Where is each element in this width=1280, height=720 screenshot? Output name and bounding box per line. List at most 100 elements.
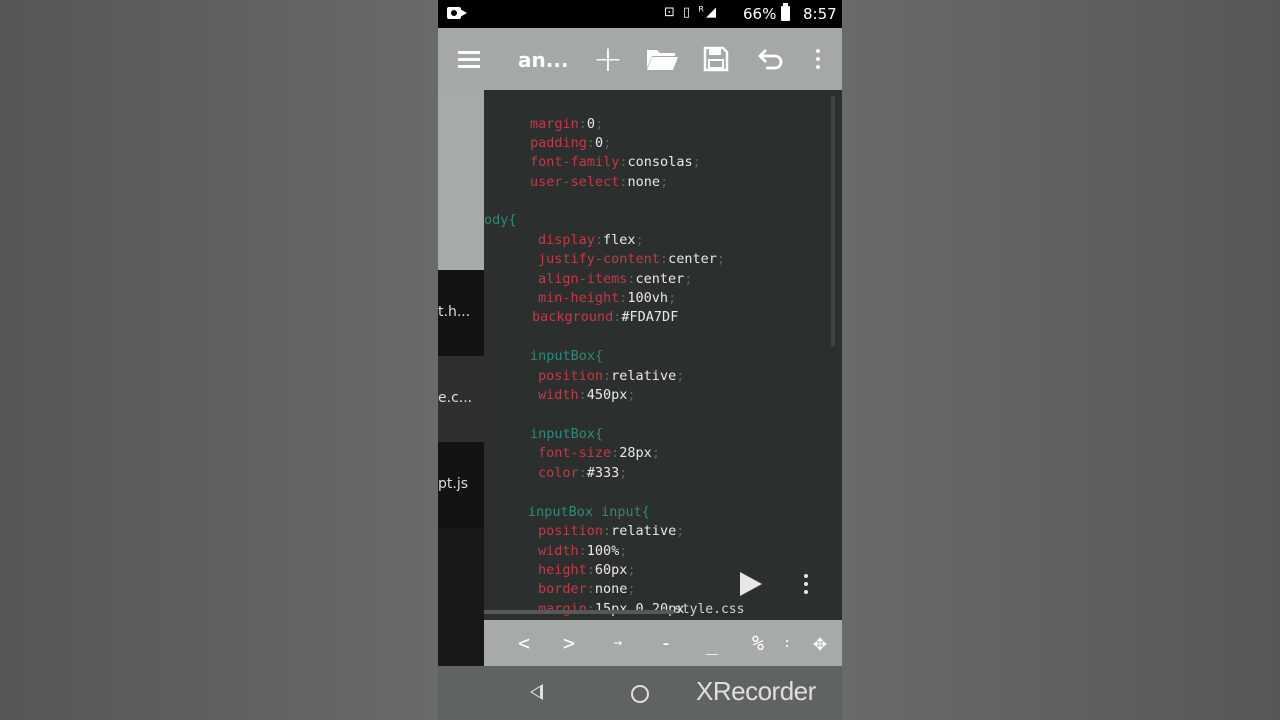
code-token: 60px — [594, 562, 628, 578]
code-line[interactable]: inputBox{ — [530, 347, 603, 366]
vertical-scrollbar[interactable] — [831, 96, 835, 346]
code-token: user-select — [530, 174, 620, 190]
code-token: ; — [692, 154, 701, 170]
code-token: position — [538, 523, 604, 539]
file-item[interactable]: t.h... — [438, 270, 484, 356]
code-token: center — [635, 271, 685, 287]
code-token: : — [594, 232, 604, 248]
code-token: height — [538, 562, 587, 578]
code-token: flex — [603, 232, 636, 248]
file-name: t.h... — [438, 304, 471, 320]
editor-more-icon[interactable] — [804, 574, 808, 594]
back-icon[interactable] — [530, 684, 543, 700]
code-token: border — [538, 581, 587, 597]
code-token: ; — [660, 174, 669, 190]
clock: 8:57 — [803, 5, 837, 23]
home-icon[interactable] — [631, 685, 649, 703]
code-token: background — [532, 309, 614, 325]
file-drawer: t.h... e.c... pt.js — [438, 90, 486, 666]
status-bar: ⊡ ▯ ᴿ◢ 66% 8:57 — [438, 0, 842, 28]
code-line[interactable]: background:#FDA7DF — [532, 308, 678, 327]
code-line[interactable]: justify-content:center; — [538, 250, 725, 269]
plus-icon: + — [592, 38, 624, 80]
save-button[interactable] — [700, 28, 732, 90]
move-cursor-icon[interactable]: ✥ — [802, 620, 838, 666]
code-token: 0 — [595, 135, 604, 151]
code-line[interactable]: user-select:none; — [530, 173, 668, 192]
code-token: center — [668, 251, 717, 267]
code-token: display — [538, 232, 595, 248]
code-token: ; — [668, 290, 677, 306]
key-less-than[interactable]: < — [506, 620, 542, 666]
code-token: width — [538, 387, 579, 403]
undo-button[interactable] — [754, 28, 788, 90]
code-editor[interactable]: margin:0; padding:0; font-family:consolas;… — [484, 90, 842, 620]
code-token: : — [578, 387, 587, 403]
code-token: 15px 0 20px — [594, 601, 685, 617]
code-line[interactable]: width:100%; — [538, 542, 627, 561]
code-token: : — [619, 154, 628, 170]
code-token: margin — [538, 601, 587, 617]
code-line[interactable]: ody{ — [484, 211, 517, 230]
code-token: relative — [611, 368, 677, 384]
code-line[interactable]: margin:0; — [530, 115, 603, 134]
code-line[interactable]: border:none; — [538, 580, 636, 599]
code-token: ; — [676, 523, 685, 539]
code-token: none — [627, 174, 661, 190]
key-greater-than[interactable]: > — [551, 620, 587, 666]
code-token: : — [603, 368, 612, 384]
code-line[interactable]: display:flex; — [538, 231, 644, 250]
battery-icon — [781, 3, 790, 21]
key-minus[interactable]: - — [648, 620, 684, 666]
code-token: : — [627, 271, 636, 287]
horizontal-scrollbar[interactable] — [484, 610, 674, 614]
menu-button[interactable] — [452, 28, 486, 90]
code-token: width — [538, 543, 579, 559]
file-item[interactable]: pt.js — [438, 442, 484, 528]
code-token: : — [586, 135, 596, 151]
code-token: ; — [627, 562, 636, 578]
undo-icon — [758, 49, 783, 70]
hamburger-icon — [458, 51, 480, 68]
file-name: e.c... — [438, 390, 473, 406]
file-item[interactable]: e.c... — [438, 356, 484, 442]
code-token: min-height — [538, 290, 620, 306]
code-token: ; — [603, 135, 612, 151]
code-token: font-family — [530, 154, 620, 170]
code-token: : — [578, 116, 587, 132]
code-line[interactable]: font-size:28px; — [538, 444, 660, 463]
key-percent[interactable]: % — [740, 620, 776, 666]
code-token: : — [578, 543, 587, 559]
add-file-button[interactable]: + — [592, 28, 624, 90]
code-token: none — [594, 581, 628, 597]
code-line[interactable]: font-family:consolas; — [530, 153, 701, 172]
run-button[interactable] — [736, 570, 764, 600]
background-right — [842, 0, 1280, 720]
code-token: justify-content — [538, 251, 660, 267]
code-line[interactable]: position:relative; — [538, 522, 684, 541]
code-token: ; — [595, 116, 604, 132]
code-line[interactable]: color:#333; — [538, 464, 627, 483]
code-line[interactable]: inputBox input{ — [528, 503, 650, 522]
code-token: font-size — [538, 445, 612, 461]
code-line[interactable]: height:60px; — [538, 561, 636, 580]
key-underscore[interactable]: _ — [694, 620, 730, 666]
file-tab-label[interactable]: style.css — [674, 602, 744, 617]
code-line[interactable]: min-height:100vh; — [538, 289, 676, 308]
code-line[interactable]: align-items:center; — [538, 270, 692, 289]
open-folder-button[interactable] — [645, 28, 679, 90]
code-line[interactable]: width:450px; — [538, 386, 636, 405]
code-line[interactable]: padding:0; — [530, 134, 611, 153]
symbol-key-bar: < > → - _ % : ✥ — [484, 620, 842, 666]
code-token: 0 — [586, 116, 596, 132]
code-token: : — [619, 174, 628, 190]
code-token: ; — [627, 387, 636, 403]
key-colon[interactable]: : — [780, 620, 794, 666]
overflow-menu-button[interactable] — [808, 28, 828, 90]
code-line[interactable]: inputBox{ — [530, 425, 603, 444]
code-token: inputBox{ — [530, 426, 604, 442]
code-line[interactable]: position:relative; — [538, 367, 684, 386]
code-token: : — [586, 581, 595, 597]
code-token: ; — [684, 271, 693, 287]
key-tab[interactable]: → — [600, 620, 636, 666]
